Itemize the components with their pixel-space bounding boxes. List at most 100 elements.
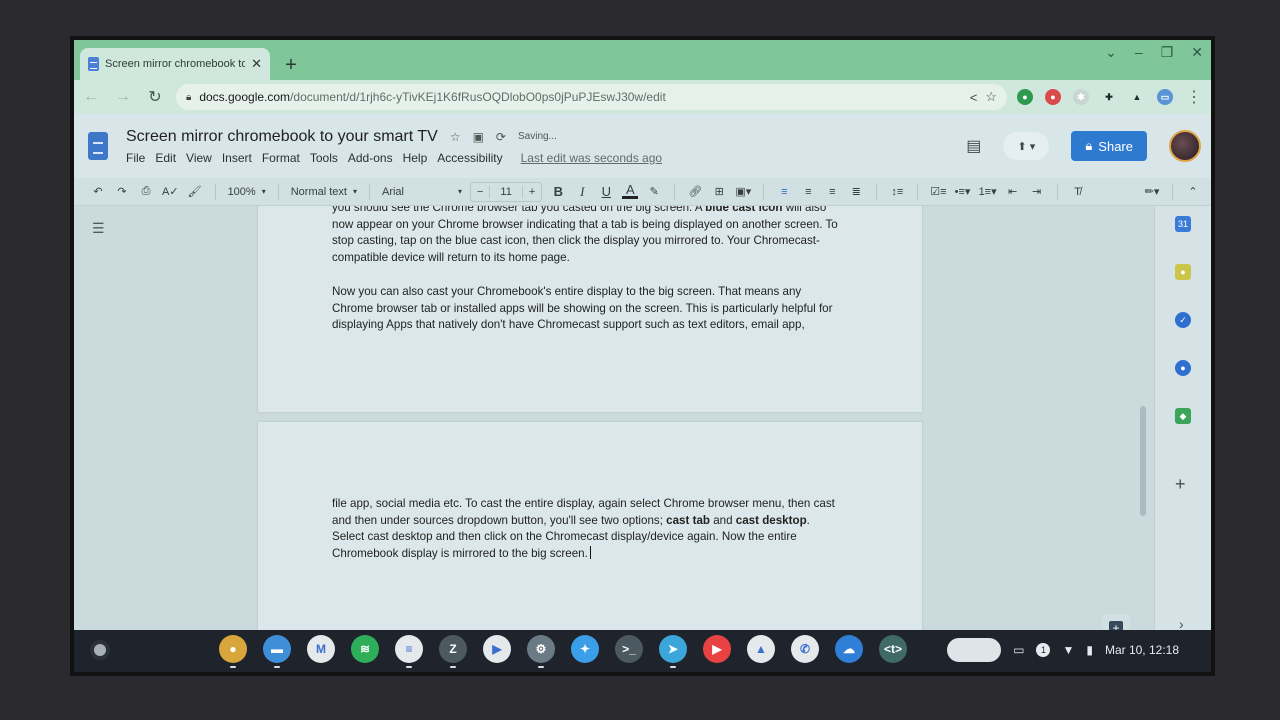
- cast-status-icon[interactable]: ▭: [1013, 643, 1024, 657]
- comment-history-icon[interactable]: ▤: [966, 136, 981, 156]
- date-time[interactable]: Mar 10, 12:18: [1105, 643, 1179, 657]
- cast-extension-icon[interactable]: ▭: [1157, 89, 1173, 105]
- menu-addons[interactable]: Add-ons: [348, 151, 393, 165]
- last-edit-link[interactable]: Last edit was seconds ago: [521, 151, 662, 165]
- gmail-app-icon[interactable]: M: [307, 635, 335, 663]
- align-center-icon[interactable]: ≡: [800, 186, 816, 198]
- tasks-icon[interactable]: ✓: [1175, 312, 1191, 328]
- document-page[interactable]: you should see the Chrome browser tab yo…: [258, 206, 922, 412]
- spellcheck-icon[interactable]: A✓: [162, 185, 179, 198]
- back-icon[interactable]: ←: [80, 88, 102, 106]
- paragraph[interactable]: file app, social media etc. To cast the …: [332, 496, 842, 562]
- editing-mode-icon[interactable]: ✏︎▾: [1144, 185, 1160, 198]
- reload-icon[interactable]: ↻: [144, 87, 166, 107]
- undo-icon[interactable]: ↶: [90, 185, 106, 198]
- decrease-font-size-button[interactable]: −: [471, 186, 489, 198]
- menu-edit[interactable]: Edit: [155, 151, 176, 165]
- print-icon[interactable]: ⎙: [138, 185, 154, 198]
- labs-flask-extension-icon[interactable]: ▲: [1129, 89, 1145, 105]
- docs-logo-icon[interactable]: [88, 132, 108, 160]
- menu-tools[interactable]: Tools: [310, 151, 338, 165]
- underline-button[interactable]: U: [598, 184, 614, 199]
- link-icon[interactable]: 🔗︎: [687, 185, 703, 198]
- contacts-icon[interactable]: ●: [1175, 360, 1191, 376]
- terminal-app-icon[interactable]: >_: [615, 635, 643, 663]
- menu-accessibility[interactable]: Accessibility: [437, 151, 502, 165]
- status-tray[interactable]: ▭ 1 ▼ ▮ Mar 10, 12:18: [947, 638, 1179, 662]
- bulleted-list-icon[interactable]: •≡▾: [955, 185, 971, 198]
- docs-app-icon[interactable]: ≡: [395, 635, 423, 668]
- address-bar[interactable]: 🔒︎ docs.google.com/document/d/1rjh6c-yTi…: [176, 84, 1007, 110]
- lock-icon[interactable]: 🔒︎: [186, 92, 191, 103]
- explore-button[interactable]: +: [1102, 614, 1130, 630]
- share-page-icon[interactable]: <: [970, 90, 978, 105]
- twitter-app-icon[interactable]: ✦: [571, 635, 599, 663]
- todoist-extension-icon[interactable]: ●: [1045, 89, 1061, 105]
- clear-formatting-icon[interactable]: T̸: [1070, 186, 1086, 198]
- share-button[interactable]: 🔒︎ Share: [1071, 131, 1147, 161]
- document-title[interactable]: Screen mirror chromebook to your smart T…: [126, 128, 438, 146]
- checklist-icon[interactable]: ☑≡: [930, 185, 946, 198]
- style-select[interactable]: Normal text ▾: [291, 186, 357, 198]
- new-tab-button[interactable]: +: [276, 50, 306, 80]
- close-window-icon[interactable]: ✕: [1191, 44, 1203, 61]
- settings-app-icon[interactable]: ⚙: [527, 635, 555, 668]
- redo-icon[interactable]: ↷: [114, 185, 130, 198]
- document-outline-icon[interactable]: ☰: [92, 220, 105, 237]
- calendar-icon[interactable]: 31: [1175, 216, 1191, 232]
- bold-button[interactable]: B: [550, 184, 566, 199]
- add-comment-icon[interactable]: ⊞: [711, 185, 727, 198]
- chrome-menu-icon[interactable]: ⋮: [1183, 87, 1205, 107]
- keep-icon[interactable]: ●: [1175, 264, 1191, 280]
- notification-count[interactable]: 1: [1036, 643, 1051, 657]
- text-color-button[interactable]: A: [622, 183, 639, 199]
- present-button[interactable]: ⬆ ▾: [1003, 132, 1050, 160]
- highlight-icon[interactable]: ✎: [646, 185, 662, 198]
- menu-insert[interactable]: Insert: [222, 151, 252, 165]
- spotify-app-icon[interactable]: ≋: [351, 635, 379, 663]
- document-page[interactable]: file app, social media etc. To cast the …: [258, 422, 922, 630]
- z-app-app-icon[interactable]: Z: [439, 635, 467, 668]
- menu-view[interactable]: View: [186, 151, 212, 165]
- hide-menus-chevron-up-icon[interactable]: ⌃: [1185, 185, 1201, 198]
- get-addons-icon[interactable]: +: [1175, 474, 1186, 495]
- menu-file[interactable]: File: [126, 151, 145, 165]
- increase-font-size-button[interactable]: +: [523, 186, 541, 198]
- browser-tab-active[interactable]: Screen mirror chromebook to yo ✕: [80, 48, 270, 80]
- justify-icon[interactable]: ≣: [848, 185, 864, 198]
- align-right-icon[interactable]: ≡: [824, 186, 840, 198]
- bookmark-star-icon[interactable]: ☆: [985, 89, 997, 105]
- youtube-app-icon[interactable]: ▶: [703, 635, 731, 663]
- move-folder-icon[interactable]: ▣: [473, 130, 484, 144]
- decrease-indent-icon[interactable]: ⇤: [1005, 185, 1021, 198]
- paragraph[interactable]: you should see the Chrome browser tab yo…: [332, 206, 842, 266]
- numbered-list-icon[interactable]: 1≡▾: [979, 185, 997, 198]
- url-text[interactable]: docs.google.com/document/d/1rjh6c-yTivKE…: [199, 90, 961, 104]
- vertical-scrollbar[interactable]: [1140, 406, 1146, 516]
- avatar[interactable]: [1169, 130, 1201, 162]
- paint-format-icon[interactable]: 🖌︎: [187, 185, 203, 198]
- italic-button[interactable]: I: [574, 184, 590, 200]
- onedrive-app-icon[interactable]: ☁: [835, 635, 863, 663]
- star-icon[interactable]: ☆: [450, 130, 461, 144]
- menu-format[interactable]: Format: [262, 151, 300, 165]
- drive-app-icon[interactable]: ▲: [747, 635, 775, 663]
- font-select[interactable]: Arial ▾: [382, 186, 462, 198]
- zoom-select[interactable]: 100% ▾: [228, 186, 266, 198]
- font-size-input[interactable]: 11: [489, 185, 523, 198]
- play-store-app-icon[interactable]: ▶: [483, 635, 511, 663]
- close-tab-icon[interactable]: ✕: [251, 56, 262, 72]
- minimize-icon[interactable]: –: [1135, 44, 1143, 61]
- text-app-app-icon[interactable]: <t>: [879, 635, 907, 663]
- chrome-app-icon[interactable]: ●: [219, 635, 247, 668]
- line-spacing-icon[interactable]: ↕≡: [889, 186, 905, 198]
- forward-icon[interactable]: →: [112, 88, 134, 106]
- paragraph[interactable]: Now you can also cast your Chromebook's …: [332, 284, 842, 334]
- document-canvas[interactable]: ☰ you should see the Chrome browser tab …: [74, 206, 1154, 630]
- insert-image-icon[interactable]: ▣▾: [735, 185, 751, 198]
- increase-indent-icon[interactable]: ⇥: [1029, 185, 1045, 198]
- restore-icon[interactable]: ❐: [1161, 44, 1174, 61]
- launcher-button[interactable]: [94, 644, 106, 656]
- files-app-icon[interactable]: ▬: [263, 635, 291, 668]
- tote-holding-space[interactable]: [947, 638, 1002, 662]
